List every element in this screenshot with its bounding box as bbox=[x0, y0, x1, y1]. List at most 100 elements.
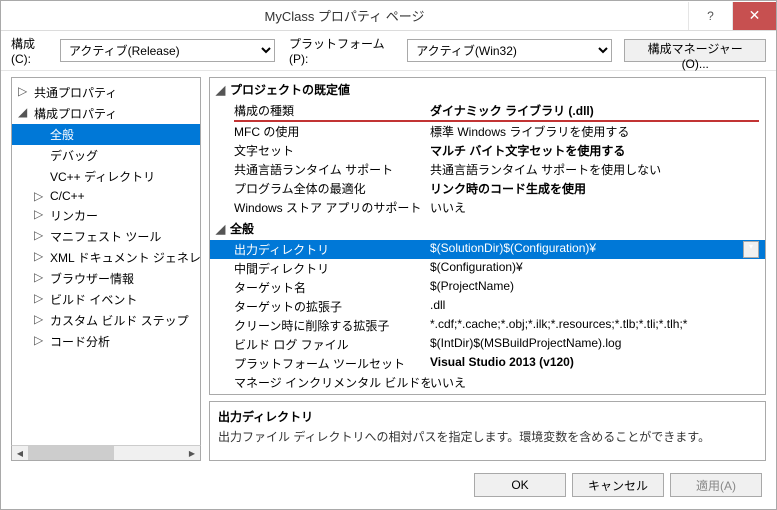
dialog-footer: OK キャンセル 適用(A) bbox=[1, 461, 776, 509]
property-row[interactable]: Windows ストア アプリのサポートいいえ bbox=[210, 198, 765, 217]
config-label: 構成(C): bbox=[11, 35, 54, 66]
description-text: 出力ファイル ディレクトリへの相対パスを指定します。環境変数を含めることができま… bbox=[218, 428, 757, 445]
tree-item[interactable]: ▷ 共通プロパティ bbox=[12, 82, 200, 103]
config-select[interactable]: アクティブ(Release) bbox=[60, 39, 275, 62]
property-row[interactable]: 構成の種類ダイナミック ライブラリ (.dll) bbox=[210, 101, 765, 120]
tree-item-label: カスタム ビルド ステップ bbox=[50, 314, 189, 328]
nav-tree[interactable]: ▷共通プロパティ◢構成プロパティ全般デバッグVC++ ディレクトリ▷C/C++▷… bbox=[11, 77, 201, 446]
expanded-icon[interactable]: ◢ bbox=[18, 105, 28, 119]
window-title: MyClass プロパティ ページ bbox=[1, 6, 688, 25]
property-value: $(SolutionDir)$(Configuration)¥ bbox=[430, 241, 739, 258]
property-row[interactable]: 共通言語ランタイム サポート共通言語ランタイム サポートを使用しない bbox=[210, 160, 765, 179]
apply-button[interactable]: 適用(A) bbox=[670, 473, 762, 497]
property-value: 標準 Windows ライブラリを使用する bbox=[430, 123, 759, 140]
property-row[interactable]: プログラム全体の最適化リンク時のコード生成を使用 bbox=[210, 179, 765, 198]
property-label: マネージ インクリメンタル ビルドを有効にする bbox=[234, 374, 430, 391]
collapsed-icon[interactable]: ▷ bbox=[34, 312, 44, 326]
titlebar: MyClass プロパティ ページ ? ✕ bbox=[1, 1, 776, 31]
property-value: Visual Studio 2013 (v120) bbox=[430, 355, 759, 372]
scroll-right-icon[interactable]: ▶ bbox=[184, 446, 200, 460]
property-value: ダイナミック ライブラリ (.dll) bbox=[430, 102, 759, 119]
section-title: プロジェクトの既定値 bbox=[230, 81, 350, 98]
property-row[interactable]: クリーン時に削除する拡張子*.cdf;*.cache;*.obj;*.ilk;*… bbox=[210, 316, 765, 335]
property-value: 共通言語ランタイム サポートを使用しない bbox=[430, 161, 759, 178]
collapsed-icon[interactable]: ▷ bbox=[34, 333, 44, 347]
tree-item[interactable]: ◢構成プロパティ bbox=[12, 103, 200, 124]
tree-item-label: リンカー bbox=[50, 209, 98, 223]
tree-item-label: コード分析 bbox=[50, 335, 110, 349]
property-row[interactable]: ビルド ログ ファイル$(IntDir)$(MSBuildProjectName… bbox=[210, 335, 765, 354]
property-value: いいえ bbox=[430, 374, 759, 391]
property-label: プラットフォーム ツールセット bbox=[234, 355, 430, 372]
tree-item-label: デバッグ bbox=[50, 149, 98, 163]
property-label: クリーン時に削除する拡張子 bbox=[234, 317, 430, 334]
tree-item[interactable]: 全般 bbox=[12, 124, 200, 145]
tree-item-label: ブラウザー情報 bbox=[50, 272, 134, 286]
toolbar: 構成(C): アクティブ(Release) プラットフォーム(P): アクティブ… bbox=[1, 31, 776, 71]
expanded-icon: ◢ bbox=[216, 222, 226, 236]
cancel-button[interactable]: キャンセル bbox=[572, 473, 664, 497]
property-label: 中間ディレクトリ bbox=[234, 260, 430, 277]
property-row[interactable]: 文字セットマルチ バイト文字セットを使用する bbox=[210, 141, 765, 160]
description-title: 出力ディレクトリ bbox=[218, 408, 757, 425]
property-value: リンク時のコード生成を使用 bbox=[430, 180, 759, 197]
dropdown-icon[interactable]: ▾ bbox=[743, 241, 759, 258]
tree-item[interactable]: ▷ ブラウザー情報 bbox=[12, 268, 200, 289]
property-value: $(IntDir)$(MSBuildProjectName).log bbox=[430, 336, 759, 353]
property-row[interactable]: マネージ インクリメンタル ビルドを有効にするいいえ bbox=[210, 373, 765, 392]
tree-item[interactable]: ▷ リンカー bbox=[12, 205, 200, 226]
platform-label: プラットフォーム(P): bbox=[289, 35, 401, 66]
property-value: マルチ バイト文字セットを使用する bbox=[430, 142, 759, 159]
property-row[interactable]: ターゲットの拡張子.dll bbox=[210, 297, 765, 316]
property-row[interactable]: 出力ディレクトリ$(SolutionDir)$(Configuration)¥▾ bbox=[210, 240, 765, 259]
expanded-icon: ◢ bbox=[216, 83, 226, 97]
property-label: 文字セット bbox=[234, 142, 430, 159]
property-label: 構成の種類 bbox=[234, 102, 430, 119]
collapsed-icon[interactable]: ▷ bbox=[34, 228, 44, 242]
tree-item[interactable]: デバッグ bbox=[12, 145, 200, 166]
tree-item[interactable]: VC++ ディレクトリ bbox=[12, 166, 200, 187]
tree-item[interactable]: ▷ コード分析 bbox=[12, 331, 200, 352]
tree-item-label: 全般 bbox=[50, 128, 74, 142]
collapsed-icon[interactable]: ▷ bbox=[34, 207, 44, 221]
section-header[interactable]: ◢ プロジェクトの既定値 bbox=[210, 78, 765, 101]
property-value: .dll bbox=[430, 298, 759, 315]
help-button[interactable]: ? bbox=[688, 2, 732, 30]
tree-item[interactable]: ▷ C/C++ bbox=[12, 187, 200, 205]
scroll-thumb[interactable] bbox=[28, 446, 114, 460]
property-label: 出力ディレクトリ bbox=[234, 241, 430, 258]
tree-item-label: XML ドキュメント ジェネレーター bbox=[50, 251, 201, 265]
tree-item-label: 共通プロパティ bbox=[34, 86, 117, 100]
tree-item-label: ビルド イベント bbox=[50, 293, 137, 307]
property-label: MFC の使用 bbox=[234, 123, 430, 140]
collapsed-icon[interactable]: ▷ bbox=[34, 270, 44, 284]
tree-item-label: C/C++ bbox=[50, 189, 85, 203]
property-value: $(Configuration)¥ bbox=[430, 260, 759, 277]
section-header[interactable]: ◢ 全般 bbox=[210, 217, 765, 240]
collapsed-icon[interactable]: ▷ bbox=[34, 291, 44, 305]
tree-item-label: マニフェスト ツール bbox=[50, 230, 161, 244]
scroll-track[interactable] bbox=[28, 446, 184, 460]
close-button[interactable]: ✕ bbox=[732, 2, 776, 30]
property-row[interactable]: 中間ディレクトリ$(Configuration)¥ bbox=[210, 259, 765, 278]
property-row[interactable]: ターゲット名$(ProjectName) bbox=[210, 278, 765, 297]
tree-item[interactable]: ▷ XML ドキュメント ジェネレーター bbox=[12, 247, 200, 268]
tree-scrollbar[interactable]: ◀ ▶ bbox=[11, 445, 201, 461]
config-manager-button[interactable]: 構成マネージャー(O)... bbox=[624, 39, 766, 62]
property-row[interactable]: MFC の使用標準 Windows ライブラリを使用する bbox=[210, 122, 765, 141]
property-value: $(ProjectName) bbox=[430, 279, 759, 296]
description-panel: 出力ディレクトリ 出力ファイル ディレクトリへの相対パスを指定します。環境変数を… bbox=[209, 401, 766, 461]
platform-select[interactable]: アクティブ(Win32) bbox=[407, 39, 612, 62]
scroll-left-icon[interactable]: ◀ bbox=[12, 446, 28, 460]
property-grid[interactable]: ◢プロジェクトの既定値構成の種類ダイナミック ライブラリ (.dll)MFC の… bbox=[209, 77, 766, 395]
property-row[interactable]: プラットフォーム ツールセットVisual Studio 2013 (v120) bbox=[210, 354, 765, 373]
tree-item[interactable]: ▷ カスタム ビルド ステップ bbox=[12, 310, 200, 331]
ok-button[interactable]: OK bbox=[474, 473, 566, 497]
collapsed-icon[interactable]: ▷ bbox=[34, 189, 44, 203]
collapsed-icon[interactable]: ▷ bbox=[18, 84, 28, 98]
tree-item[interactable]: ▷ ビルド イベント bbox=[12, 289, 200, 310]
section-title: 全般 bbox=[230, 220, 254, 237]
collapsed-icon[interactable]: ▷ bbox=[34, 249, 44, 263]
property-label: ビルド ログ ファイル bbox=[234, 336, 430, 353]
tree-item[interactable]: ▷ マニフェスト ツール bbox=[12, 226, 200, 247]
